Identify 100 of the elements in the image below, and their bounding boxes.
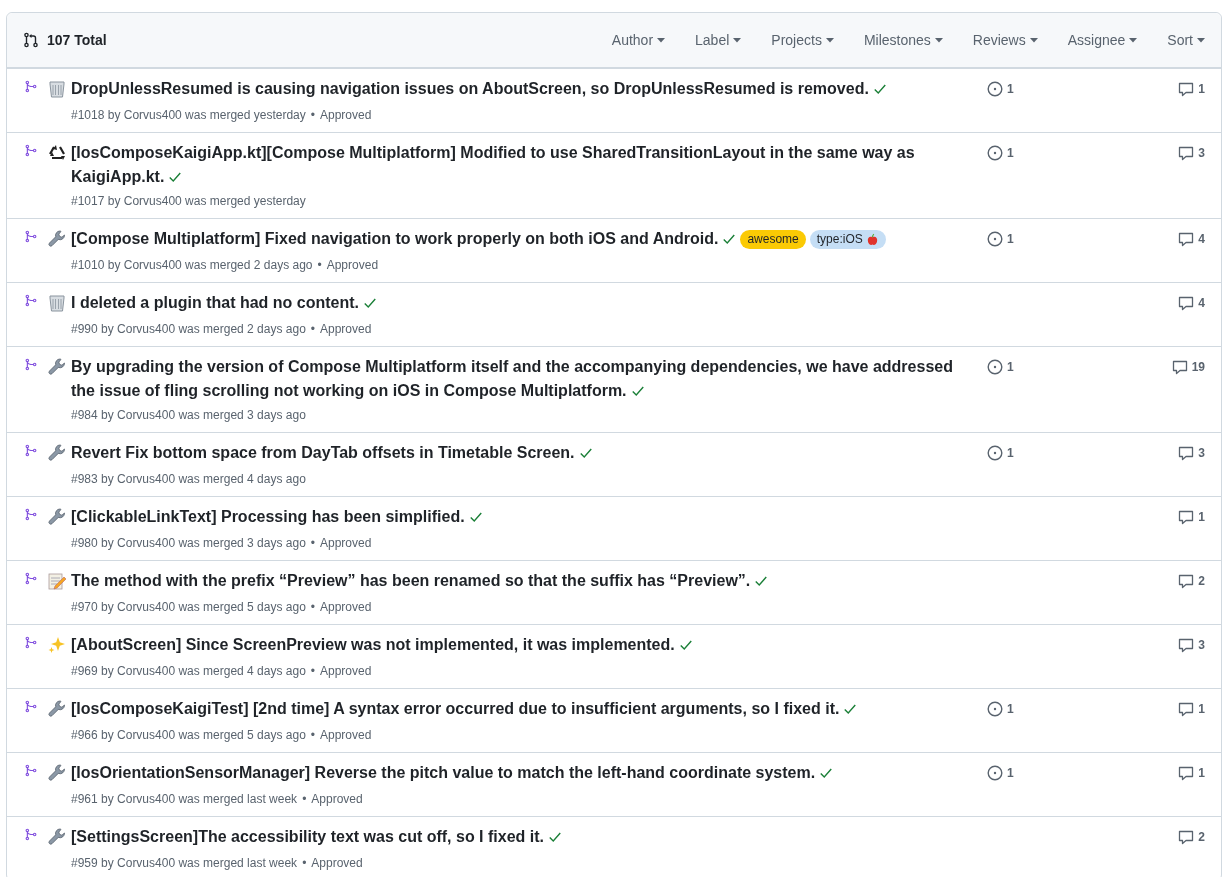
caret-icon <box>657 37 666 43</box>
separator-dot: • <box>310 535 315 552</box>
check-icon[interactable] <box>363 296 377 310</box>
review-status-link[interactable]: Approved <box>320 662 372 680</box>
check-icon[interactable] <box>468 510 483 524</box>
wrench-icon <box>47 699 67 719</box>
filter-dropdown[interactable]: Author <box>611 32 666 48</box>
comment-count[interactable]: 1 <box>1198 702 1205 716</box>
pull-request-title[interactable]: [Compose Multiplatform] Fixed navigation to work properly on both iOS and Android. <box>71 227 737 251</box>
check-icon[interactable] <box>630 384 645 398</box>
label-tag[interactable]: type:iOS <box>809 230 886 249</box>
linked-issue-count[interactable]: 1 <box>1007 766 1014 780</box>
review-status-link[interactable]: Approved <box>320 534 372 552</box>
comment-count[interactable]: 2 <box>1198 574 1205 588</box>
sparkles-icon <box>47 635 67 655</box>
pull-request-title[interactable]: [IosComposeKaigiApp.kt][Compose Multiplatform] Modified to use SharedTransitionLayout in the same way as KaigiApp.kt. <box>71 141 971 189</box>
wrench-icon <box>47 443 67 463</box>
caret-icon <box>934 37 943 43</box>
pull-request-title[interactable]: [ClickableLinkText] Processing has been simplified. <box>71 505 483 529</box>
comment-count[interactable]: 3 <box>1198 638 1205 652</box>
review-status-link[interactable]: Approved <box>311 854 363 872</box>
separator-dot: • <box>310 663 315 680</box>
pull-request-title[interactable]: DropUnlessResumed is causing navigation issues on AboutScreen, so DropUnlessResumed is removed. <box>71 77 887 101</box>
pull-request-title[interactable]: [IosOrientationSensorManager] Reverse the pitch value to match the left-hand coordinate system. <box>71 761 834 785</box>
pull-request-meta: #983 by Corvus400 was merged 4 days ago <box>71 471 306 488</box>
pull-request-meta: #959 by Corvus400 was merged last week <box>71 855 298 872</box>
comment-icon <box>1178 509 1195 525</box>
wrench-icon <box>47 357 67 377</box>
review-status-link[interactable]: Approved <box>320 726 372 744</box>
wastebasket-icon <box>47 79 67 99</box>
comment-count[interactable]: 3 <box>1198 446 1205 460</box>
separator-dot: • <box>310 107 315 124</box>
review-status-link[interactable]: Approved <box>311 790 363 808</box>
comment-icon <box>1178 701 1195 717</box>
filter-dropdown[interactable]: Label <box>695 32 742 48</box>
pull-request-meta: #970 by Corvus400 was merged 5 days ago <box>71 599 306 616</box>
pull-request-title[interactable]: [SettingsScreen]The accessibility text was cut off, so I fixed it. <box>71 825 562 849</box>
issue-icon <box>987 145 1003 161</box>
check-icon[interactable] <box>578 446 593 460</box>
pull-request-meta: #961 by Corvus400 was merged last week <box>71 791 298 808</box>
filter-dropdown[interactable]: Assignee <box>1067 32 1138 48</box>
wrench-icon <box>47 229 67 249</box>
filter-dropdown[interactable]: Sort <box>1167 32 1205 48</box>
pull-request-title[interactable]: [IosComposeKaigiTest] [2nd time] A syntax error occurred due to insufficient arguments, so I fixed it. <box>71 697 858 721</box>
review-status-link[interactable]: Approved <box>320 106 372 124</box>
separator-dot: • <box>302 791 307 808</box>
check-icon[interactable] <box>754 574 769 588</box>
pull-request-meta: #1018 by Corvus400 was merged yesterday <box>71 107 306 124</box>
pull-request-meta: #990 by Corvus400 was merged 2 days ago <box>71 321 306 338</box>
check-icon[interactable] <box>843 702 858 716</box>
pull-request-meta: #966 by Corvus400 was merged 5 days ago <box>71 727 306 744</box>
comment-icon <box>1171 359 1188 375</box>
comment-count[interactable]: 4 <box>1198 232 1205 246</box>
issue-icon <box>987 445 1003 461</box>
pull-request-title[interactable]: Revert Fix bottom space from DayTab offsets in Timetable Screen. <box>71 441 593 465</box>
linked-issue-count[interactable]: 1 <box>1007 82 1014 96</box>
total-count: 107 Total <box>47 32 107 48</box>
review-status-link[interactable]: Approved <box>320 598 372 616</box>
caret-icon <box>1129 37 1138 43</box>
comment-count[interactable]: 2 <box>1198 830 1205 844</box>
pull-request-meta: #969 by Corvus400 was merged 4 days ago <box>71 663 306 680</box>
check-icon[interactable] <box>168 170 183 184</box>
review-status-link[interactable]: Approved <box>320 320 372 338</box>
filter-dropdown[interactable]: Projects <box>771 32 834 48</box>
filter-dropdown[interactable]: Reviews <box>972 32 1038 48</box>
caret-icon <box>825 37 834 43</box>
separator-dot: • <box>302 855 307 872</box>
linked-issue-count[interactable]: 1 <box>1007 702 1014 716</box>
linked-issue-count[interactable]: 1 <box>1007 146 1014 160</box>
linked-issue-count[interactable]: 1 <box>1007 232 1014 246</box>
pull-request-title[interactable]: By upgrading the version of Compose Multiplatform itself and the accompanying dependencies, we have addressed the issue of fling scrolling not working on iOS in Compose Multiplatform. <box>71 355 971 403</box>
apple-icon <box>865 233 879 246</box>
pull-request-meta: #1017 by Corvus400 was merged yesterday <box>71 193 306 210</box>
check-icon[interactable] <box>872 82 887 96</box>
comment-icon <box>1178 295 1195 311</box>
pull-request-title[interactable]: [AboutScreen] Since ScreenPreview was not implemented, it was implemented. <box>71 633 693 657</box>
linked-issue-count[interactable]: 1 <box>1007 360 1014 374</box>
caret-icon <box>1197 37 1205 43</box>
check-icon[interactable] <box>548 830 562 844</box>
label-tag[interactable]: awesome <box>740 230 806 249</box>
wrench-icon <box>47 507 67 527</box>
pull-request-title[interactable]: The method with the prefix “Preview” has been renamed so that the suffix has “Preview”. <box>71 569 769 593</box>
comment-count[interactable]: 1 <box>1198 510 1205 524</box>
comment-icon <box>1178 765 1195 781</box>
pull-request-title[interactable]: I deleted a plugin that had no content. <box>71 291 377 315</box>
filter-dropdown[interactable]: Milestones <box>863 32 943 48</box>
check-icon[interactable] <box>819 766 834 780</box>
comment-count[interactable]: 1 <box>1198 766 1205 780</box>
comment-icon <box>1178 573 1195 589</box>
comment-count[interactable]: 19 <box>1191 360 1205 374</box>
review-status-link[interactable]: Approved <box>326 256 379 274</box>
check-icon[interactable] <box>722 232 737 246</box>
comment-count[interactable]: 1 <box>1198 82 1205 96</box>
comment-count[interactable]: 4 <box>1198 296 1205 310</box>
comment-count[interactable]: 3 <box>1198 146 1205 160</box>
comment-icon <box>1178 637 1195 653</box>
linked-issue-count[interactable]: 1 <box>1007 446 1014 460</box>
check-icon[interactable] <box>678 638 693 652</box>
comment-icon <box>1178 231 1195 247</box>
comment-icon <box>1178 445 1195 461</box>
